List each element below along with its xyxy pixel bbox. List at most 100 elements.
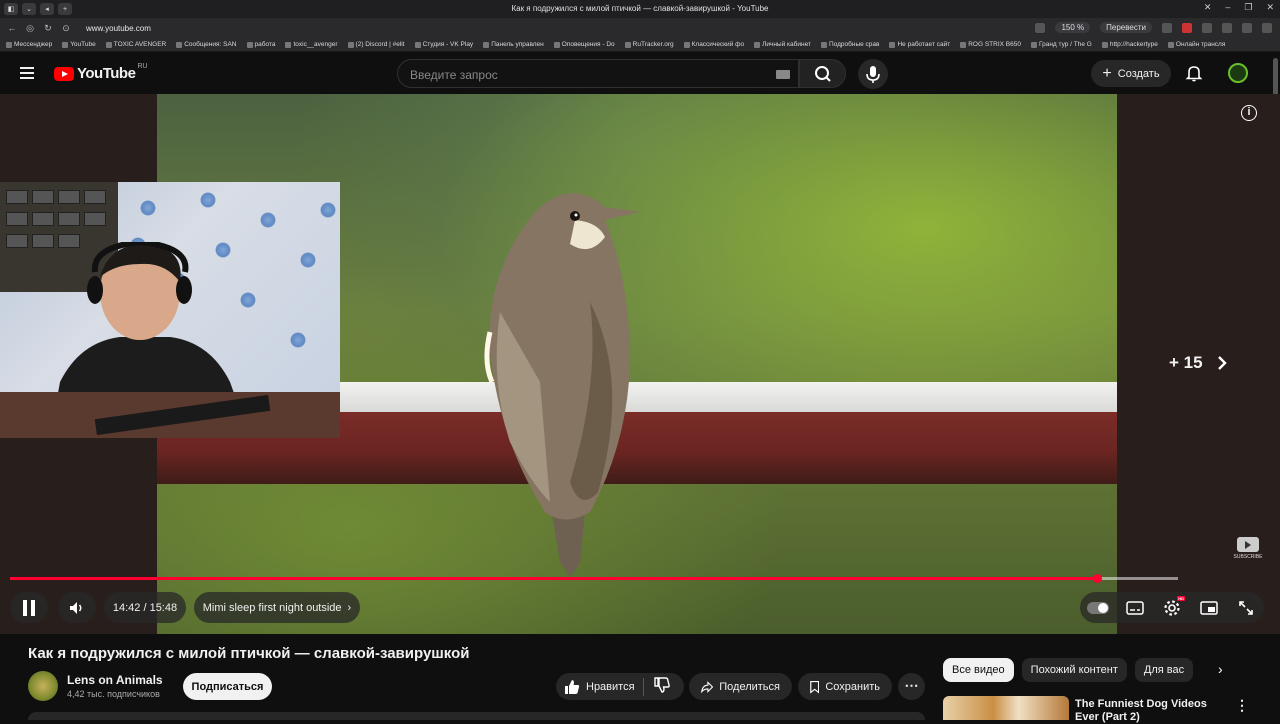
bookmark-item[interactable]: YouTube	[62, 41, 96, 48]
bookmark-label: Подробные срав	[828, 41, 880, 48]
extension-icon[interactable]	[1162, 22, 1172, 33]
reload-icon[interactable]: ↻	[42, 23, 54, 34]
more-vertical-icon[interactable]: ⋮	[1235, 697, 1249, 714]
site-info-icon[interactable]: ⊙	[60, 23, 72, 34]
like-button[interactable]: Нравится	[556, 677, 644, 696]
bookmark-item[interactable]: Панель управлен	[483, 41, 544, 48]
chip-all[interactable]: Все видео	[943, 658, 1014, 682]
youtube-logo[interactable]: YouTube RU	[54, 63, 148, 82]
channel-name[interactable]: Lens on Animals	[67, 673, 163, 687]
address-bar: ← ◎ ↻ ⊙ www.youtube.com 150 % Перевести	[0, 18, 1280, 38]
download-icon[interactable]	[1262, 22, 1272, 33]
zoom-level[interactable]: 150 %	[1055, 22, 1091, 33]
recommendation-thumbnail[interactable]	[943, 696, 1069, 720]
like-label: Нравится	[586, 680, 635, 693]
more-actions-button[interactable]: ⋯	[898, 673, 925, 700]
bookmark-item[interactable]: Онлайн трансля	[1167, 41, 1225, 48]
browser-tabbar: ◧ ⌄ ◂ + Как я подружился с милой птичкой…	[0, 0, 1280, 18]
menu-icon[interactable]	[20, 67, 34, 79]
youtube-play-icon	[54, 66, 74, 81]
window-controls: ✕ – ❐ ✕	[1204, 2, 1274, 13]
thumbs-down-icon	[653, 677, 670, 693]
keyboard-icon[interactable]	[776, 70, 790, 79]
watermark-icon	[1237, 537, 1259, 552]
description-box[interactable]	[28, 712, 925, 720]
bookmark-favicon-icon	[1167, 41, 1174, 48]
channel-avatar[interactable]	[28, 671, 58, 701]
search-input[interactable]: Введите запрос	[397, 59, 799, 88]
bookmark-item[interactable]: Подробные срав	[820, 41, 880, 48]
subscribe-watermark[interactable]: SUBSCRIBE	[1232, 537, 1264, 560]
watermark-label: SUBSCRIBE	[1233, 554, 1263, 560]
bookmark-item[interactable]: RuTracker.org	[624, 41, 674, 48]
chip-related[interactable]: Похожий контент	[1021, 658, 1127, 682]
voice-search-button[interactable]	[858, 59, 888, 89]
bookmark-item[interactable]: ROG STRIX B650	[960, 41, 1021, 48]
translate-button[interactable]: Перевести	[1100, 22, 1152, 33]
video-player[interactable]: i + 15 SUBSCRIBE 14:42 / 15:48 Mimi slee…	[0, 94, 1280, 634]
chapter-button[interactable]: Mimi sleep first night outside ›	[194, 592, 360, 623]
progress-bar[interactable]	[10, 574, 1178, 583]
subscribe-button[interactable]: Подписаться	[183, 673, 272, 700]
account-avatar[interactable]	[1228, 63, 1248, 83]
settings-button[interactable]: HD	[1161, 595, 1185, 617]
bookmark-item[interactable]: Гранд тур / The G	[1030, 41, 1092, 48]
pause-button[interactable]	[10, 592, 48, 623]
bookmark-item[interactable]: Классический фо	[683, 41, 744, 48]
share-button[interactable]: Поделиться	[689, 673, 792, 700]
extension-icon[interactable]	[1202, 22, 1212, 33]
bookmark-label: Оповещения - Do	[561, 41, 615, 48]
bookmark-item[interactable]: Мессенджер	[6, 41, 52, 48]
bookmark-favicon-icon	[176, 41, 183, 48]
close-icon[interactable]: ✕	[1266, 2, 1274, 13]
url-text[interactable]: www.youtube.com	[86, 24, 151, 33]
create-label: Создать	[1117, 67, 1160, 80]
bookmark-item[interactable]: работа	[246, 41, 275, 48]
bookmark-item[interactable]: (2) Discord | #elit	[347, 41, 405, 48]
create-button[interactable]: + Создать	[1091, 60, 1171, 87]
window-title: Как я подружился с милой птичкой — славк…	[511, 4, 769, 13]
bookmark-item[interactable]: Сообщения: SAN	[176, 41, 237, 48]
shield-icon[interactable]: ◎	[24, 23, 36, 34]
bookmark-icon[interactable]	[1035, 22, 1046, 33]
fullscreen-button[interactable]	[1235, 599, 1257, 617]
search-button[interactable]	[799, 59, 846, 88]
autoplay-toggle[interactable]	[1087, 599, 1110, 617]
chip-for-you[interactable]: Для вас	[1134, 658, 1194, 682]
bookmark-label: Мессенджер	[14, 41, 53, 48]
dislike-button[interactable]	[644, 677, 670, 696]
save-label: Сохранить	[825, 680, 880, 693]
extension-icon[interactable]	[1222, 22, 1232, 33]
minimize-icon[interactable]: –	[1225, 2, 1230, 13]
bookmark-item[interactable]: TOXIC AVENGER	[105, 41, 166, 48]
pin-icon[interactable]: ✕	[1204, 2, 1212, 13]
volume-button[interactable]	[58, 592, 96, 623]
chevron-right-icon[interactable]: ›	[1218, 661, 1223, 677]
extension-icon[interactable]	[1242, 22, 1252, 33]
restore-icon[interactable]: ❐	[1244, 2, 1252, 13]
skip-forward-button[interactable]: + 15	[1169, 353, 1227, 373]
bookmark-label: Студия - VK Play	[422, 41, 474, 48]
youtube-header: YouTube RU Введите запрос + Создать	[0, 52, 1280, 94]
bookmark-label: (2) Discord | #elit	[355, 41, 405, 48]
miniplayer-button[interactable]	[1198, 599, 1220, 617]
bookmark-item[interactable]: toxic__avenger	[285, 41, 338, 48]
bookmark-favicon-icon	[483, 41, 490, 48]
bookmark-item[interactable]: Не работает сайт	[889, 41, 950, 48]
notifications-icon[interactable]	[1185, 64, 1203, 82]
bookmark-item[interactable]: Личный кабинет	[754, 41, 811, 48]
chevron-right-icon: ›	[347, 601, 352, 614]
recommendation-chips: Все видео Похожий контент Для вас	[943, 658, 1194, 682]
bookmark-favicon-icon	[553, 41, 560, 48]
extension-icon[interactable]	[1182, 22, 1192, 33]
gear-icon	[1164, 599, 1180, 616]
recommendation-title[interactable]: The Funniest Dog Videos Ever (Part 2)	[1075, 698, 1225, 724]
bookmark-item[interactable]: http://hackertype	[1101, 41, 1158, 48]
bookmark-item[interactable]: Оповещения - Do	[553, 41, 615, 48]
subtitles-button[interactable]	[1124, 599, 1146, 617]
scrubber-handle[interactable]	[1092, 574, 1102, 583]
back-icon[interactable]: ←	[6, 23, 18, 33]
info-icon[interactable]: i	[1241, 105, 1257, 121]
bookmark-item[interactable]: Студия - VK Play	[414, 41, 474, 48]
save-button[interactable]: Сохранить	[798, 673, 892, 700]
